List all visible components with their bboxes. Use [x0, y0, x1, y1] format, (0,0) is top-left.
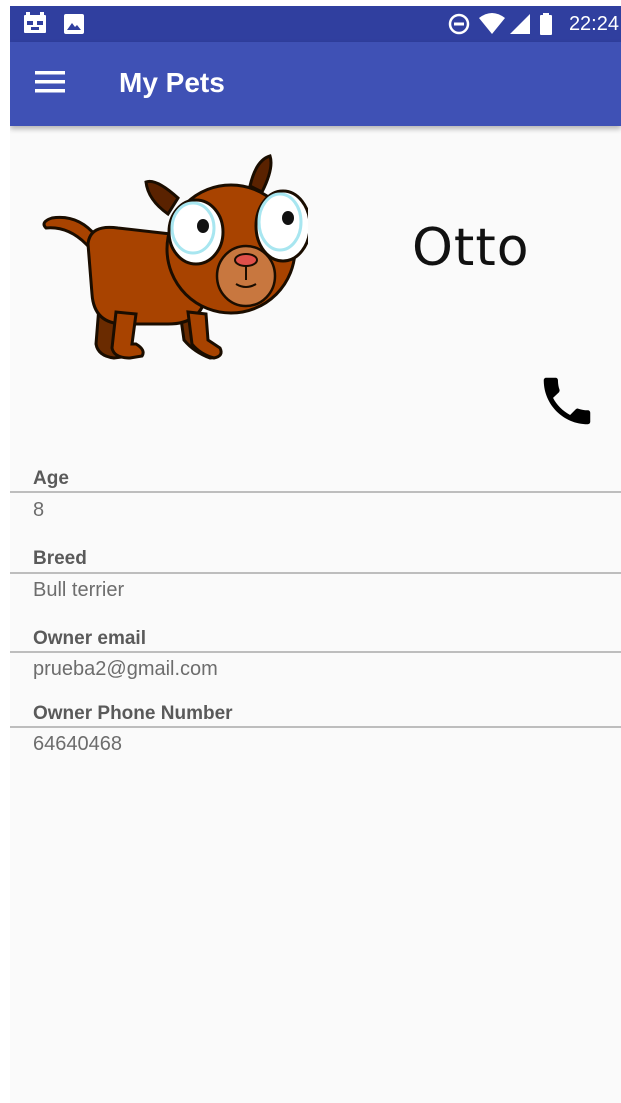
- breed-divider: [10, 572, 621, 574]
- wifi-icon: [478, 12, 506, 41]
- signal-icon: [508, 12, 532, 41]
- owner-phone-divider: [10, 726, 621, 728]
- owner-email-value: prueba2@gmail.com: [33, 658, 218, 680]
- app-title: My Pets: [119, 67, 225, 98]
- owner-phone-label: Owner Phone Number: [33, 703, 233, 724]
- owner-email-divider: [10, 651, 621, 653]
- hamburger-menu-icon: [35, 70, 65, 98]
- notification-app-icon: [22, 12, 48, 41]
- pet-name: Otto: [412, 218, 530, 278]
- status-bar: 22:24: [10, 6, 621, 42]
- owner-email-label: Owner email: [33, 628, 146, 649]
- breed-label: Breed: [33, 548, 87, 569]
- status-time: 22:24: [568, 13, 619, 35]
- do-not-disturb-icon: [447, 12, 471, 41]
- menu-button[interactable]: [24, 60, 76, 108]
- image-icon: [62, 12, 86, 41]
- breed-value: Bull terrier: [33, 579, 125, 601]
- age-divider: [10, 491, 621, 493]
- age-value: 8: [33, 499, 45, 521]
- owner-phone-value: 64640468: [33, 733, 122, 755]
- pet-image: [38, 144, 312, 366]
- age-label: Age: [33, 468, 69, 489]
- app-bar: My Pets: [10, 42, 621, 126]
- battery-icon: [538, 12, 554, 41]
- phone-icon: [534, 377, 600, 436]
- call-owner-button[interactable]: [534, 370, 604, 436]
- app-screen: 22:24 My Pets Otto Age 8 Breed Bull terr…: [10, 6, 621, 1103]
